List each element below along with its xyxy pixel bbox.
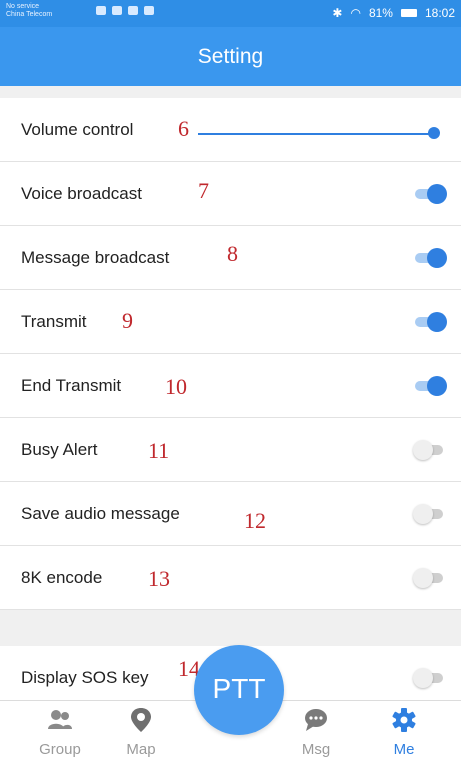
voice-broadcast-toggle[interactable]	[415, 184, 447, 204]
setting-row-save-audio: Save audio message 12	[0, 482, 461, 546]
toggle-knob	[427, 312, 447, 332]
tab-me[interactable]: Me	[374, 707, 434, 758]
gear-icon	[392, 708, 416, 732]
setting-row-voice-broadcast: Voice broadcast 7	[0, 162, 461, 226]
slider-thumb[interactable]	[428, 127, 440, 139]
battery-icon	[400, 9, 417, 17]
notification-icon	[128, 6, 138, 15]
annotation-number: 8	[227, 241, 238, 266]
setting-row-message-broadcast: Message broadcast 8	[0, 226, 461, 290]
status-right: ✱ ◠ 81% 18:02	[332, 6, 455, 20]
tab-label: Group	[39, 741, 81, 758]
battery-percent: 81%	[368, 6, 393, 20]
toggle-knob	[413, 568, 433, 588]
message-broadcast-toggle[interactable]	[415, 248, 447, 268]
notification-icons	[96, 6, 154, 15]
carrier-line2: China Telecom	[6, 11, 53, 18]
toggle-knob	[427, 184, 447, 204]
busy-alert-toggle[interactable]	[413, 440, 445, 460]
group-icon	[48, 710, 72, 729]
clock: 18:02	[424, 6, 455, 20]
notification-icon	[112, 6, 122, 15]
setting-label: End Transmit	[21, 376, 122, 395]
app-bar: Setting	[0, 27, 461, 86]
settings-list: Volume control 6 Voice broadcast 7 Messa…	[0, 98, 461, 710]
status-bar: No service China Telecom ✱ ◠ 81% 18:02	[0, 0, 461, 27]
annotation-number: 10	[165, 374, 187, 399]
setting-label: Voice broadcast	[21, 184, 142, 203]
carrier-info: No service China Telecom	[6, 3, 52, 19]
setting-row-busy-alert: Busy Alert 11	[0, 418, 461, 482]
chat-icon	[305, 709, 327, 731]
tab-label: Me	[393, 741, 415, 758]
8k-encode-toggle[interactable]	[413, 568, 445, 588]
toggle-knob	[413, 440, 433, 460]
transmit-toggle[interactable]	[415, 312, 447, 332]
toggle-knob	[427, 376, 447, 396]
setting-label: Volume control	[21, 120, 134, 139]
setting-label: 8K encode	[21, 568, 103, 587]
volume-slider[interactable]	[198, 127, 440, 139]
tab-group[interactable]: Group	[30, 707, 90, 758]
setting-label: Display SOS key	[21, 668, 149, 687]
ptt-button[interactable]: PTT	[194, 645, 284, 735]
annotation-number: 6	[178, 116, 189, 141]
setting-label: Save audio message	[21, 504, 180, 523]
end-transmit-toggle[interactable]	[415, 376, 447, 396]
bluetooth-icon: ✱	[332, 6, 343, 20]
tab-map[interactable]: Map	[111, 707, 171, 758]
notification-icon	[96, 6, 106, 15]
section-spacer	[0, 86, 461, 98]
annotation-number: 7	[198, 178, 209, 203]
ptt-label: PTT	[212, 673, 266, 704]
annotation-number: 9	[122, 308, 133, 333]
tab-label: Map	[126, 741, 156, 758]
setting-label: Busy Alert	[21, 440, 98, 459]
save-audio-toggle[interactable]	[413, 504, 445, 524]
setting-row-volume: Volume control 6	[0, 98, 461, 162]
section-spacer	[0, 610, 461, 646]
annotation-number: 12	[244, 508, 266, 533]
setting-row-8k-encode: 8K encode 13	[0, 546, 461, 610]
setting-label: Transmit	[21, 312, 87, 331]
tab-msg[interactable]: Msg	[286, 707, 346, 758]
toggle-knob	[427, 248, 447, 268]
tab-label: Msg	[301, 741, 331, 758]
carrier-line1: No service	[6, 3, 40, 10]
toggle-knob	[413, 668, 433, 688]
wifi-icon: ◠	[350, 6, 361, 20]
slider-track	[198, 133, 434, 135]
setting-row-transmit: Transmit 9	[0, 290, 461, 354]
setting-label: Message broadcast	[21, 248, 170, 267]
map-pin-icon	[131, 708, 151, 732]
toggle-knob	[413, 504, 433, 524]
annotation-number: 13	[148, 566, 170, 591]
notification-icon	[144, 6, 154, 15]
sos-key-toggle[interactable]	[413, 668, 445, 688]
page-title: Setting	[197, 45, 264, 68]
setting-row-end-transmit: End Transmit 10	[0, 354, 461, 418]
annotation-number: 11	[148, 438, 170, 463]
